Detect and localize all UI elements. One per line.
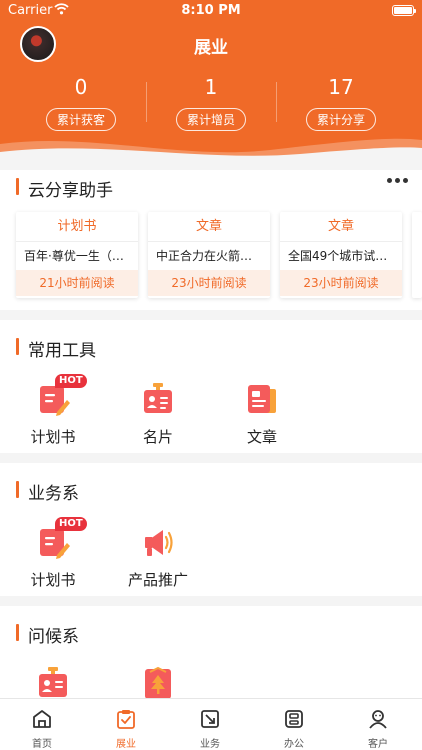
share-card[interactable]: 文章 全国49个城市试… 23小时前阅读 — [280, 212, 402, 298]
tab-office[interactable]: 办公 — [252, 699, 336, 750]
section-title: 常用工具 — [16, 336, 96, 361]
stat-customers[interactable]: 0 累计获客 — [11, 74, 151, 131]
home-icon — [33, 710, 51, 728]
card-read-time: 23小时前阅读 — [148, 270, 270, 296]
card-tag: 计划书 — [16, 212, 138, 242]
battery-icon — [392, 5, 416, 16]
tool-label: 名片 — [142, 428, 173, 446]
status-bar: Carrier 8:10 PM — [0, 0, 422, 22]
card-tag: 文章 — [280, 212, 402, 242]
card-read-time: 23小时前阅读 — [280, 270, 402, 296]
business-card-icon — [144, 383, 172, 413]
tool-label: 文章 — [246, 428, 277, 446]
page-title: 展业 — [194, 38, 228, 58]
tab-business[interactable]: 业务 — [168, 699, 252, 750]
tab-zhanye[interactable]: 展业 — [84, 699, 168, 750]
stat-shares[interactable]: 17 累计分享 — [271, 74, 411, 131]
business-section: 业务系 HOT 计划书 产品推广 — [0, 463, 422, 596]
clipboard-check-icon — [117, 710, 135, 729]
share-card[interactable]: 文章 中正合力在火箭… 23小时前阅读 — [148, 212, 270, 298]
stat-value: 0 — [74, 75, 88, 99]
stat-label: 累计增员 — [175, 108, 246, 131]
stat-label: 累计获客 — [45, 108, 116, 131]
tab-bar: 首页 展业 业务 办公 客户 — [0, 698, 422, 750]
share-card[interactable]: 计划书 百年·尊优一生（… 21小时前阅读 — [16, 212, 138, 298]
tool-article[interactable]: 文章 — [222, 380, 302, 447]
card-tag: 文章 — [148, 212, 270, 242]
share-card-partial[interactable] — [412, 212, 422, 298]
hot-badge: HOT — [55, 517, 87, 531]
tool-label: 产品推广 — [127, 571, 188, 589]
stat-value: 1 — [204, 75, 218, 99]
tab-home[interactable]: 首页 — [0, 699, 84, 750]
hot-badge: HOT — [55, 374, 87, 388]
stat-value: 17 — [328, 75, 354, 99]
stat-label: 累计分享 — [305, 108, 376, 131]
tab-customer[interactable]: 客户 — [336, 699, 420, 750]
tool-product-promotion[interactable]: 产品推广 — [118, 523, 198, 590]
tab-label: 客户 — [368, 739, 388, 750]
card-title: 中正合力在火箭… — [156, 249, 253, 263]
header-wave — [0, 138, 422, 162]
section-title: 业务系 — [16, 479, 79, 504]
tool-label: 计划书 — [30, 571, 76, 589]
tab-label: 首页 — [32, 739, 52, 750]
office-icon — [285, 710, 303, 728]
tab-label: 办公 — [284, 739, 304, 750]
tool-label: 计划书 — [30, 428, 76, 446]
tool-business-card[interactable]: 名片 — [118, 380, 198, 447]
megaphone-icon — [145, 530, 173, 556]
business-icon — [201, 710, 219, 728]
tab-label: 展业 — [116, 739, 136, 750]
tab-label: 业务 — [200, 739, 220, 750]
card-title: 百年·尊优一生（… — [24, 249, 124, 263]
common-tools-section: 常用工具 HOT 计划书 名片 文章 — [0, 320, 422, 453]
greeting-section: 问候系 — [0, 606, 422, 699]
section-title: 云分享助手 — [16, 176, 113, 201]
card-title: 全国49个城市试… — [288, 249, 388, 263]
tool-plan-book[interactable]: HOT 计划书 — [13, 374, 93, 447]
section-title: 问候系 — [16, 622, 79, 647]
customer-icon — [369, 710, 387, 729]
tool-plan-book[interactable]: HOT 计划书 — [13, 517, 93, 590]
card-read-time: 21小时前阅读 — [16, 270, 138, 296]
more-dots-icon[interactable] — [387, 178, 408, 183]
stat-recruits[interactable]: 1 累计增员 — [141, 74, 281, 131]
clock: 8:10 PM — [181, 3, 241, 18]
article-icon — [248, 385, 276, 413]
